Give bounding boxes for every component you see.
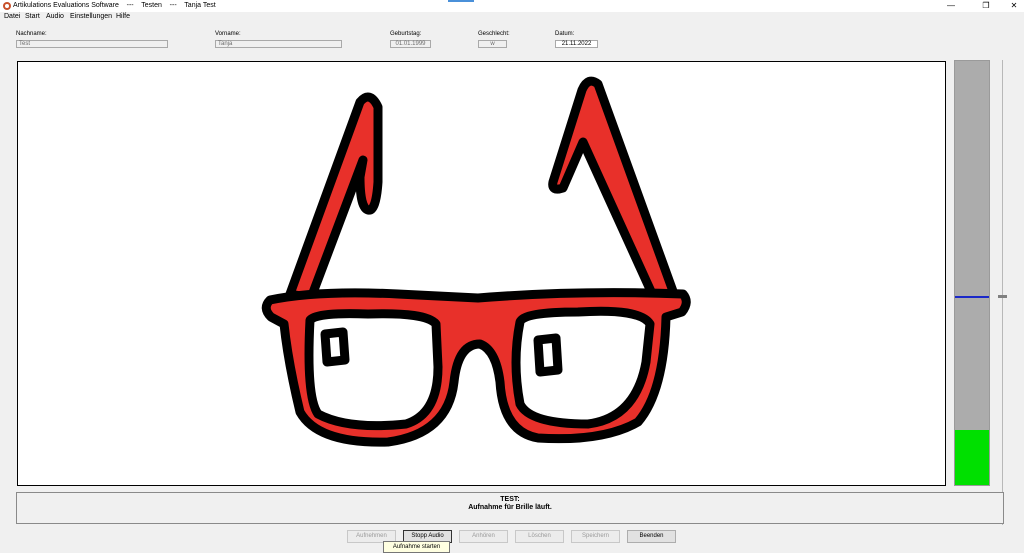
status-panel: TEST: Aufnahme für Brille läuft.	[16, 492, 1004, 524]
menu-hilfe[interactable]: Hilfe	[116, 13, 130, 20]
beenden-button[interactable]: Beenden	[627, 530, 676, 543]
menu-bar: Datei Start Audio Einstellungen Hilfe	[0, 12, 1024, 22]
menu-einstellungen[interactable]: Einstellungen	[70, 13, 112, 20]
window-title: Artikulations Evaluations Software --- T…	[13, 2, 216, 9]
status-message: Aufnahme für Brille läuft.	[468, 504, 552, 511]
geschlecht-label: Geschlecht:	[478, 31, 510, 37]
menu-datei[interactable]: Datei	[4, 13, 20, 20]
title-accent-bar	[448, 0, 474, 2]
minimize-button[interactable]: —	[941, 0, 961, 12]
anhoeren-button[interactable]: Anhören	[459, 530, 508, 543]
status-title: TEST:	[500, 496, 520, 503]
datum-field[interactable]: 21.11.2022	[555, 40, 598, 48]
loeschen-button[interactable]: Löschen	[515, 530, 564, 543]
threshold-marker	[955, 296, 989, 299]
geburtstag-label: Geburtstag:	[390, 31, 422, 37]
tooltip: Aufnahme starten	[383, 541, 450, 553]
restore-button[interactable]: ❐	[976, 0, 996, 12]
geburtstag-field[interactable]: 01.01.1999	[390, 40, 431, 48]
datum-label: Datum:	[555, 31, 575, 37]
menu-audio[interactable]: Audio	[46, 13, 64, 20]
stimulus-image-panel	[17, 61, 946, 486]
threshold-slider-thumb[interactable]	[998, 295, 1007, 298]
title-bar: Artikulations Evaluations Software --- T…	[0, 0, 1024, 12]
close-button[interactable]: ✕	[1004, 0, 1024, 12]
audio-level-fill	[955, 429, 989, 485]
menu-start[interactable]: Start	[25, 13, 40, 20]
audio-level-meter	[954, 60, 990, 486]
app-icon	[3, 2, 11, 10]
vorname-label: Vorname:	[215, 31, 241, 37]
vorname-field[interactable]: Tanja	[215, 40, 342, 48]
nachname-label: Nachname:	[16, 31, 47, 37]
glasses-image	[261, 76, 691, 447]
geschlecht-field[interactable]: w	[478, 40, 507, 48]
nachname-field[interactable]: Test	[16, 40, 168, 48]
threshold-slider-track[interactable]	[1002, 60, 1003, 525]
speichern-button[interactable]: Speichern	[571, 530, 620, 543]
